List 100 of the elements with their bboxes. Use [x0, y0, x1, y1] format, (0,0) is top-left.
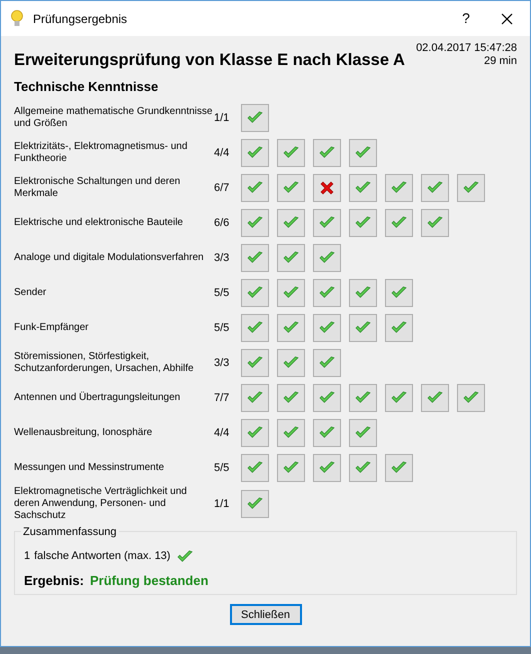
answer-button[interactable] — [241, 138, 269, 167]
answer-button[interactable] — [277, 208, 305, 237]
topic-label: Antennen und Übertragungsleitungen — [14, 392, 182, 404]
check-icon — [282, 180, 300, 195]
answer-button[interactable] — [277, 418, 305, 447]
answer-button[interactable] — [241, 314, 269, 342]
check-icon — [426, 216, 444, 230]
check-icon — [246, 286, 264, 300]
check-icon — [426, 180, 444, 195]
answer-button[interactable] — [313, 138, 341, 167]
check-icon — [354, 320, 372, 335]
answer-button[interactable] — [277, 174, 305, 202]
check-icon — [282, 390, 300, 405]
answer-button[interactable] — [277, 244, 305, 272]
answer-button[interactable] — [421, 174, 449, 202]
check-icon — [246, 146, 264, 160]
answer-button[interactable] — [349, 418, 377, 447]
topic-label: Analoge und digitale Modulationsverfahren — [14, 252, 205, 264]
answer-button[interactable] — [349, 384, 377, 412]
check-icon — [246, 426, 264, 440]
topic-score: 6/7 — [214, 180, 230, 196]
answer-button[interactable] — [349, 208, 377, 237]
answer-button[interactable] — [349, 138, 377, 167]
topic-label: Funk-Empfänger — [14, 322, 90, 334]
check-icon — [390, 180, 408, 195]
topic-label: Elektromagnetische Verträglichkeit und deren Anwendung, Personen- und Sachschutz — [14, 486, 188, 522]
answer-button[interactable] — [313, 454, 341, 482]
check-icon — [390, 390, 408, 405]
answer-button[interactable] — [349, 174, 377, 202]
check-icon — [426, 390, 444, 405]
answer-button[interactable] — [241, 174, 269, 202]
help-button[interactable]: ? — [448, 4, 484, 34]
answer-button[interactable] — [241, 244, 269, 272]
answer-button[interactable] — [313, 208, 341, 237]
check-icon — [390, 320, 408, 335]
answer-button[interactable] — [313, 418, 341, 447]
answer-button[interactable] — [277, 314, 305, 342]
topic-label: Elektrische und elektronische Bauteile — [14, 216, 184, 229]
check-icon — [246, 216, 264, 230]
answer-button[interactable] — [313, 244, 341, 272]
check-icon — [282, 216, 300, 230]
answer-button[interactable] — [277, 454, 305, 482]
answer-button[interactable] — [313, 174, 341, 202]
topic-score: 1/1 — [214, 497, 230, 512]
topic-label: Elektronische Schaltungen und deren Merkmale — [14, 176, 182, 200]
answer-button[interactable] — [241, 490, 269, 518]
answer-button[interactable] — [241, 418, 269, 447]
answer-button[interactable] — [313, 278, 341, 307]
check-icon — [390, 216, 408, 230]
answer-button[interactable] — [385, 454, 413, 482]
exam-duration: 29 min — [484, 55, 517, 68]
topic-score: 7/7 — [214, 390, 230, 406]
answer-button[interactable] — [241, 208, 269, 237]
answer-button[interactable] — [277, 138, 305, 167]
answer-button[interactable] — [241, 278, 269, 307]
answer-button[interactable] — [385, 314, 413, 342]
answer-button[interactable] — [313, 314, 341, 342]
check-icon — [354, 146, 372, 160]
answer-button[interactable] — [421, 384, 449, 412]
answer-button[interactable] — [241, 384, 269, 412]
answer-button[interactable] — [241, 454, 269, 482]
topic-score: 5/5 — [214, 286, 230, 300]
answer-button[interactable] — [313, 384, 341, 412]
answer-button[interactable] — [385, 278, 413, 307]
check-icon — [354, 390, 372, 405]
check-icon — [246, 497, 264, 512]
answer-button[interactable] — [349, 314, 377, 342]
check-icon — [390, 460, 408, 475]
check-icon — [246, 390, 264, 405]
answer-button[interactable] — [349, 278, 377, 307]
check-icon — [354, 426, 372, 440]
check-icon — [246, 110, 264, 125]
close-dialog-button[interactable]: Schließen — [230, 604, 302, 626]
wrong-count: 1 — [24, 549, 30, 564]
topic-score: 3/3 — [214, 356, 230, 370]
cross-icon — [319, 180, 335, 196]
section-heading: Technische Kenntnisse — [14, 78, 160, 96]
answer-button[interactable] — [277, 278, 305, 307]
answer-button[interactable] — [349, 454, 377, 482]
answer-button[interactable] — [241, 104, 269, 132]
answer-button[interactable] — [313, 348, 341, 377]
check-icon — [246, 320, 264, 335]
check-icon — [176, 550, 194, 564]
answer-button[interactable] — [385, 174, 413, 202]
check-icon — [318, 216, 336, 230]
answer-button[interactable] — [457, 174, 485, 202]
answer-button[interactable] — [421, 208, 449, 237]
answer-button[interactable] — [277, 384, 305, 412]
answer-button[interactable] — [385, 384, 413, 412]
answer-button[interactable] — [241, 348, 269, 377]
topic-label: Sender — [14, 286, 48, 299]
answer-button[interactable] — [277, 348, 305, 377]
topic-label: Störemissionen, Störfestigkeit, Schutzanforderungen, Ursachen, Abhilfe — [14, 350, 195, 375]
window-title: Prüfungsergebnis — [33, 10, 128, 28]
check-icon — [318, 426, 336, 440]
check-icon — [354, 216, 372, 230]
check-icon — [462, 390, 480, 405]
answer-button[interactable] — [457, 384, 485, 412]
topic-label: Allgemeine mathematische Grundkenntnisse und Größen — [14, 106, 214, 130]
answer-button[interactable] — [385, 208, 413, 237]
